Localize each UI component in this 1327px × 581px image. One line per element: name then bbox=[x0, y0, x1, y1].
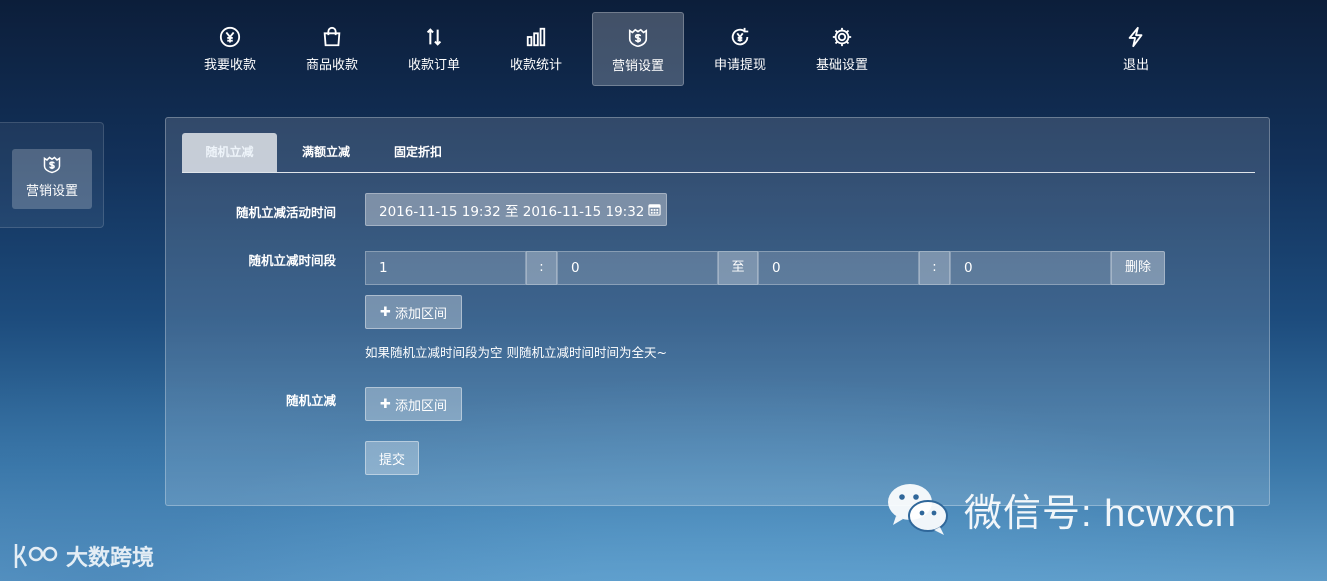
marketing-shield-icon bbox=[628, 28, 648, 48]
activity-time-label: 随机立减活动时间 bbox=[235, 205, 336, 220]
period-hint-text: 如果随机立减时间段为空 则随机立减时间时间为全天~ bbox=[365, 345, 667, 360]
delete-period-button[interactable]: 删除 bbox=[1111, 251, 1165, 285]
time-period-range: 1 : 0 至 0 : 0 删除 bbox=[365, 251, 1165, 285]
brand-logo-icon bbox=[14, 544, 58, 568]
nav-item-marketing-settings[interactable]: 营销设置 bbox=[592, 12, 684, 86]
period-label: 随机立减时间段 bbox=[248, 253, 336, 268]
nav-label: 退出 bbox=[1122, 58, 1149, 73]
wechat-id-text: 微信号: hcwxcn bbox=[964, 492, 1237, 535]
nav-item-receive-payment[interactable]: 我要收款 bbox=[184, 12, 276, 86]
tab-fixed-discount[interactable]: 固定折扣 bbox=[374, 133, 462, 172]
colon-separator: : bbox=[526, 251, 557, 285]
marketing-shield-icon bbox=[43, 156, 61, 174]
activity-time-value: 2016-11-15 19:32 至 2016-11-15 19:32 bbox=[379, 203, 645, 220]
nav-item-payment-orders[interactable]: 收款订单 bbox=[388, 12, 480, 86]
add-interval-button[interactable]: ✚ 添加区间 bbox=[365, 295, 462, 329]
sidebar-item-marketing-settings[interactable]: 营销设置 bbox=[12, 149, 92, 209]
gear-icon bbox=[832, 27, 852, 47]
nav-label: 基础设置 bbox=[815, 58, 868, 73]
nav-label: 我要收款 bbox=[203, 58, 256, 73]
top-navigation: 我要收款 商品收款 收款订单 收款统计 营销设置 申请提现 基础设置 退出 bbox=[0, 0, 1327, 90]
end-minute-input[interactable]: 0 bbox=[950, 251, 1111, 285]
submit-button[interactable]: 提交 bbox=[365, 441, 419, 475]
colon-separator: : bbox=[919, 251, 950, 285]
tab-full-amount-discount[interactable]: 满额立减 bbox=[282, 133, 370, 172]
withdraw-yen-icon bbox=[731, 27, 749, 46]
to-separator: 至 bbox=[718, 251, 758, 285]
nav-item-basic-settings[interactable]: 基础设置 bbox=[796, 12, 888, 86]
bar-chart-icon bbox=[526, 27, 546, 47]
brand-watermark: 大数跨境 bbox=[12, 540, 154, 572]
brand-name-text: 大数跨境 bbox=[66, 546, 155, 571]
sidebar: 营销设置 bbox=[0, 122, 104, 228]
sidebar-item-label: 营销设置 bbox=[25, 184, 78, 199]
tab-bar: 随机立减 满额立减 固定折扣 bbox=[182, 133, 1255, 173]
nav-item-payment-stats[interactable]: 收款统计 bbox=[490, 12, 582, 86]
nav-item-logout[interactable]: 退出 bbox=[1090, 12, 1182, 86]
nav-label: 营销设置 bbox=[611, 59, 664, 74]
activity-time-picker[interactable]: 2016-11-15 19:32 至 2016-11-15 19:32 bbox=[365, 193, 667, 226]
nav-item-product-payment[interactable]: 商品收款 bbox=[286, 12, 378, 86]
wechat-logo-icon bbox=[888, 484, 948, 535]
plus-icon: ✚ bbox=[380, 396, 391, 412]
add-interval-label: 添加区间 bbox=[394, 398, 447, 414]
start-hour-input[interactable]: 1 bbox=[365, 251, 526, 285]
marketing-settings-panel: 随机立减 满额立减 固定折扣 随机立减活动时间 2016-11-15 19:32… bbox=[165, 117, 1270, 506]
nav-label: 申请提现 bbox=[713, 58, 766, 73]
calendar-icon bbox=[648, 204, 662, 216]
add-interval-label: 添加区间 bbox=[394, 306, 447, 322]
shopping-bag-icon bbox=[323, 26, 341, 47]
end-hour-input[interactable]: 0 bbox=[758, 251, 919, 285]
nav-item-apply-withdraw[interactable]: 申请提现 bbox=[694, 12, 786, 86]
nav-label: 收款订单 bbox=[407, 58, 460, 73]
add-discount-interval-button[interactable]: ✚ 添加区间 bbox=[365, 387, 462, 421]
nav-label: 收款统计 bbox=[509, 58, 562, 73]
nav-label: 商品收款 bbox=[305, 58, 358, 73]
sort-arrows-icon bbox=[426, 28, 442, 46]
random-discount-label: 随机立减 bbox=[285, 393, 336, 408]
plus-icon: ✚ bbox=[380, 304, 391, 320]
tab-random-discount[interactable]: 随机立减 bbox=[182, 133, 277, 172]
lightning-icon bbox=[1128, 26, 1143, 48]
wechat-watermark: 微信号: hcwxcn bbox=[886, 480, 1237, 538]
start-minute-input[interactable]: 0 bbox=[557, 251, 718, 285]
yen-circle-icon bbox=[219, 26, 241, 48]
